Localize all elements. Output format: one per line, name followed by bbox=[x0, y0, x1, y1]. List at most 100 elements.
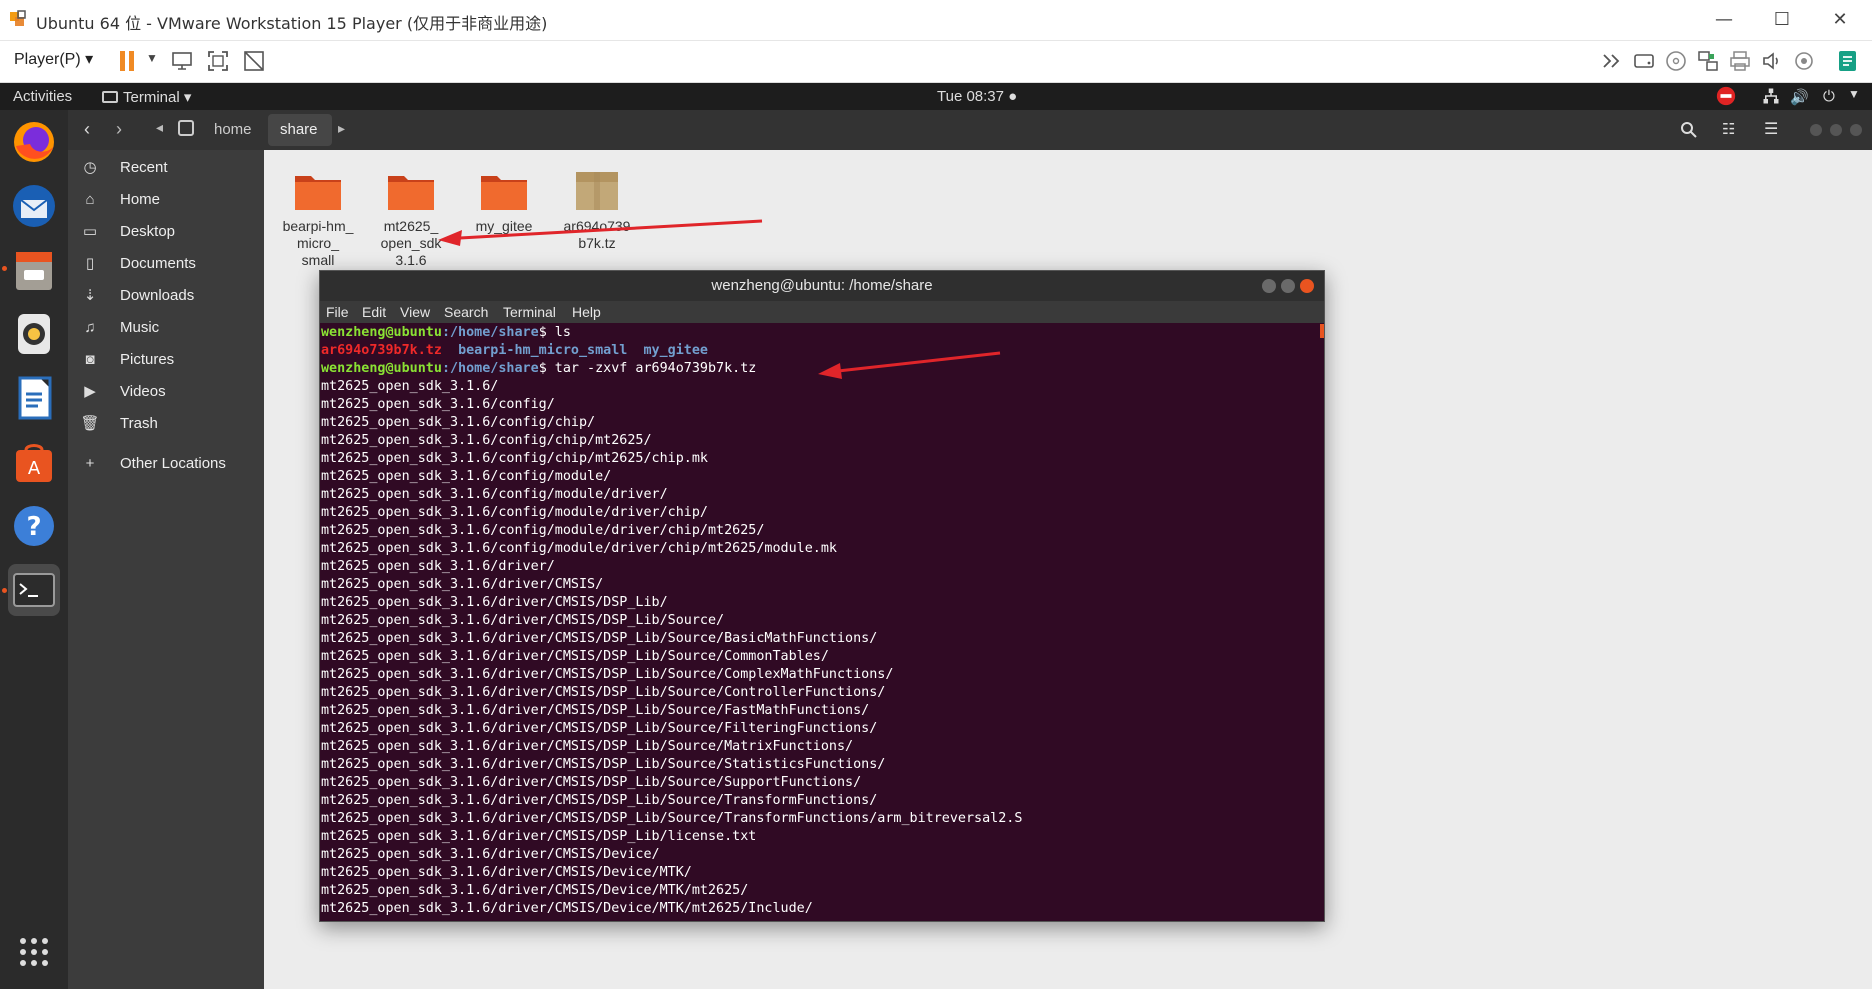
pause-icon[interactable] bbox=[116, 49, 140, 73]
file-item-my-gitee[interactable]: my_gitee bbox=[458, 158, 550, 235]
terminal-line: mt2625_open_sdk_3.1.6/driver/CMSIS/DSP_L… bbox=[321, 667, 894, 682]
back-icon[interactable]: ‹ bbox=[84, 119, 90, 140]
forward-icon[interactable] bbox=[1600, 49, 1624, 73]
download-icon: ⇣ bbox=[83, 287, 97, 304]
printer-icon[interactable] bbox=[1728, 49, 1752, 73]
minimize-button[interactable]: — bbox=[1704, 6, 1744, 34]
search-icon[interactable] bbox=[1680, 121, 1698, 139]
sidebar-item-documents[interactable]: ▯ Documents bbox=[68, 249, 264, 279]
terminal-line: mt2625_open_sdk_3.1.6/driver/CMSIS/DSP_L… bbox=[321, 721, 878, 736]
menu-help[interactable]: Help bbox=[572, 304, 601, 320]
volume-icon[interactable]: 🔊 bbox=[1790, 88, 1809, 106]
clock[interactable]: Tue 08:37 ● bbox=[937, 88, 1017, 105]
network-status-icon[interactable] bbox=[1762, 87, 1780, 105]
maximize-button[interactable]: ☐ bbox=[1762, 6, 1802, 34]
home-icon: ⌂ bbox=[85, 191, 95, 208]
sidebar-item-music[interactable]: ♫ Music bbox=[68, 313, 264, 343]
music-icon: ♫ bbox=[84, 319, 96, 336]
sidebar-item-desktop[interactable]: ▭ Desktop bbox=[68, 217, 264, 247]
breadcrumb-right-icon[interactable]: ▸ bbox=[338, 120, 345, 137]
pause-dropdown-icon[interactable]: ▼ bbox=[146, 51, 158, 65]
harddisk-icon[interactable] bbox=[1632, 49, 1656, 73]
sidebar-item-home[interactable]: ⌂ Home bbox=[68, 185, 264, 215]
terminal-line: mt2625_open_sdk_3.1.6/driver/CMSIS/ bbox=[321, 577, 604, 592]
terminal-launcher[interactable] bbox=[8, 564, 60, 616]
files-sidebar: ◷ Recent ⌂ Home ▭ Desktop ▯ Documents ⇣ Downl… bbox=[68, 150, 264, 989]
menu-view[interactable]: View bbox=[400, 304, 430, 320]
network-icon[interactable] bbox=[1696, 49, 1720, 73]
ubuntu-dock: A ? bbox=[0, 110, 68, 989]
send-ctrl-alt-del-icon[interactable] bbox=[170, 49, 194, 73]
terminal-line: mt2625_open_sdk_3.1.6/driver/CMSIS/Devic… bbox=[321, 865, 692, 880]
terminal-line: mt2625_open_sdk_3.1.6/driver/CMSIS/DSP_L… bbox=[321, 829, 757, 844]
terminal-window[interactable]: wenzheng@ubuntu: /home/share File Edit V… bbox=[319, 270, 1325, 922]
menu-edit[interactable]: Edit bbox=[362, 304, 386, 320]
sidebar-item-other-locations[interactable]: + Other Locations bbox=[68, 449, 264, 479]
terminal-maximize-icon[interactable] bbox=[1281, 279, 1295, 293]
system-menu-chevron-icon[interactable]: ▼ bbox=[1848, 87, 1860, 101]
menu-search[interactable]: Search bbox=[444, 304, 488, 320]
thunderbird-launcher[interactable] bbox=[8, 180, 60, 232]
close-button[interactable]: ✕ bbox=[1820, 6, 1860, 34]
firefox-launcher[interactable] bbox=[8, 116, 60, 168]
camera-device-icon[interactable] bbox=[1792, 49, 1816, 73]
terminal-close-icon[interactable] bbox=[1300, 279, 1314, 293]
terminal-line: mt2625_open_sdk_3.1.6/driver/CMSIS/Devic… bbox=[321, 901, 813, 916]
message-log-icon[interactable] bbox=[1836, 49, 1860, 73]
svg-text:?: ? bbox=[26, 512, 41, 542]
file-item-archive[interactable]: ar694o739 b7k.tz bbox=[551, 158, 643, 252]
activities-button[interactable]: Activities bbox=[13, 88, 72, 105]
terminal-line: mt2625_open_sdk_3.1.6/driver/CMSIS/Devic… bbox=[321, 847, 660, 862]
minimize-icon[interactable] bbox=[1810, 124, 1822, 136]
firefox-icon bbox=[14, 122, 54, 162]
fullscreen-icon[interactable] bbox=[206, 49, 230, 73]
sidebar-item-recent[interactable]: ◷ Recent bbox=[68, 153, 264, 183]
file-item-bearpi[interactable]: bearpi-hm_ micro_ small bbox=[272, 158, 364, 269]
close-icon[interactable] bbox=[1850, 124, 1862, 136]
terminal-line: wenzheng@ubuntu:/home/share$ ls bbox=[321, 325, 571, 340]
cd-drive-icon[interactable] bbox=[1664, 49, 1688, 73]
maximize-icon[interactable] bbox=[1830, 124, 1842, 136]
trash-icon: 🗑 bbox=[80, 415, 100, 432]
running-indicator bbox=[2, 588, 7, 593]
breadcrumb-home[interactable]: home bbox=[214, 121, 252, 138]
libreoffice-writer-launcher[interactable] bbox=[8, 372, 60, 424]
menu-file[interactable]: File bbox=[326, 304, 349, 320]
window-title: Ubuntu 64 位 - VMware Workstation 15 Play… bbox=[36, 14, 548, 33]
rhythmbox-launcher[interactable] bbox=[8, 308, 60, 360]
terminal-line: mt2625_open_sdk_3.1.6/config/chip/ bbox=[321, 415, 596, 430]
folder-icon bbox=[481, 176, 527, 210]
app-menu[interactable]: Terminal ▾ bbox=[123, 88, 191, 106]
sound-icon[interactable] bbox=[1760, 49, 1784, 73]
breadcrumb-left-icon[interactable]: ◂ bbox=[156, 119, 163, 136]
terminal-line: mt2625_open_sdk_3.1.6/driver/CMSIS/DSP_L… bbox=[321, 811, 1023, 826]
terminal-line: mt2625_open_sdk_3.1.6/driver/CMSIS/DSP_L… bbox=[321, 613, 725, 628]
help-launcher[interactable]: ? bbox=[8, 500, 60, 552]
power-icon[interactable]: ⏻ bbox=[1823, 88, 1835, 105]
sidebar-item-trash[interactable]: 🗑 Trash bbox=[68, 409, 264, 439]
menu-terminal[interactable]: Terminal bbox=[503, 304, 556, 320]
forward-icon[interactable]: › bbox=[116, 119, 122, 140]
drive-icon[interactable] bbox=[178, 120, 194, 136]
show-applications-button[interactable] bbox=[8, 926, 60, 978]
player-menu[interactable]: Player(P) ▾ bbox=[14, 49, 93, 69]
terminal-scrollbar[interactable] bbox=[1320, 324, 1324, 338]
sidebar-item-videos[interactable]: ▶ Videos bbox=[68, 377, 264, 407]
file-item-mt2625[interactable]: mt2625_ open_sdk 3.1.6 bbox=[365, 158, 457, 269]
sidebar-item-downloads[interactable]: ⇣ Downloads bbox=[68, 281, 264, 311]
software-launcher[interactable]: A bbox=[8, 436, 60, 488]
ubuntu-top-bar: Activities Terminal ▾ Tue 08:37 ● 🔊 ⏻ ▼ bbox=[0, 83, 1872, 110]
breadcrumb-share[interactable]: share bbox=[280, 121, 318, 138]
terminal-output[interactable]: wenzheng@ubuntu:/home/share$ ls ar694o73… bbox=[320, 324, 1316, 921]
error-status-icon[interactable] bbox=[1714, 85, 1738, 107]
files-launcher[interactable] bbox=[8, 244, 60, 296]
software-icon: A bbox=[16, 444, 52, 482]
sidebar-item-pictures[interactable]: ◙ Pictures bbox=[68, 345, 264, 375]
terminal-menu-bar: File Edit View Search Terminal Help bbox=[320, 301, 1324, 323]
unity-icon[interactable] bbox=[242, 49, 266, 73]
terminal-minimize-icon[interactable] bbox=[1262, 279, 1276, 293]
list-view-icon[interactable]: ☷ bbox=[1722, 120, 1735, 138]
terminal-title-bar[interactable]: wenzheng@ubuntu: /home/share bbox=[320, 271, 1324, 301]
menu-icon[interactable]: ☰ bbox=[1764, 119, 1778, 139]
terminal-line: mt2625_open_sdk_3.1.6/driver/CMSIS/DSP_L… bbox=[321, 775, 862, 790]
